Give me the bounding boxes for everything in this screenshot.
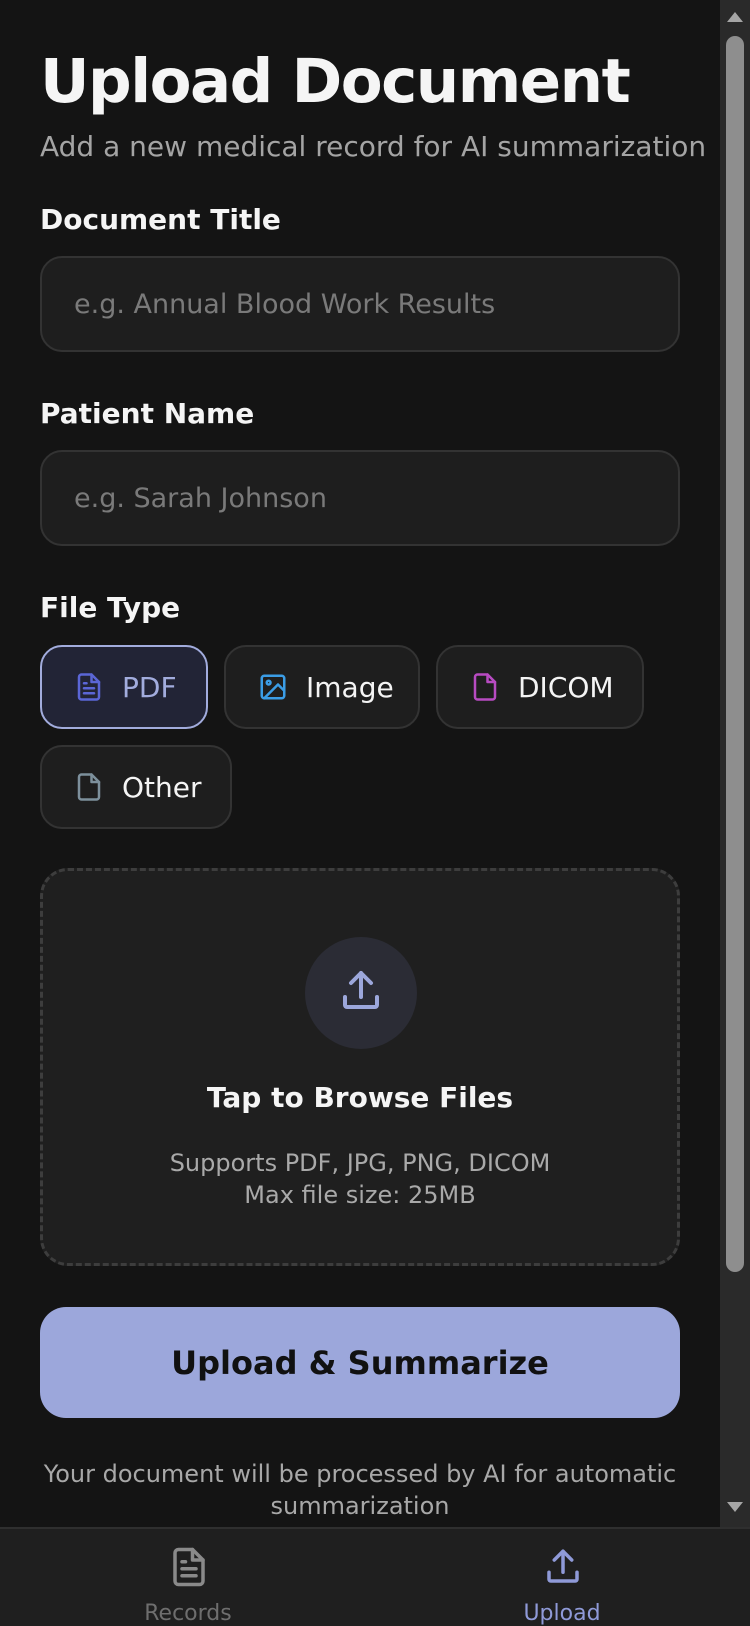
scrollbar[interactable] [720,0,750,1527]
file-dropzone[interactable]: Tap to Browse Files Supports PDF, JPG, P… [40,868,680,1266]
file-icon [470,671,500,703]
patient-name-label: Patient Name [40,397,255,430]
upload-icon [337,967,385,1019]
patient-name-input[interactable] [40,450,680,546]
dropzone-title: Tap to Browse Files [206,1081,514,1114]
nav-item-upload[interactable]: Upload [462,1529,662,1626]
scroll-thumb[interactable] [726,36,744,1272]
scroll-up-arrow[interactable] [727,12,743,22]
upload-icon [542,1545,584,1593]
file-text-icon [74,671,104,703]
upload-icon-circle [305,937,417,1049]
file-type-other-chip[interactable]: Other [40,745,232,829]
file-type-label: File Type [40,591,181,624]
upload-screen: Upload Document Add a new medical record… [0,0,720,1527]
dropzone-max-size: Max file size: 25MB [244,1181,476,1209]
dropzone-supported-formats: Supports PDF, JPG, PNG, DICOM [169,1149,551,1177]
document-title-label: Document Title [40,203,281,236]
page-subtitle: Add a new medical record for AI summariz… [40,130,707,163]
image-icon [258,672,288,702]
file-icon [74,771,104,803]
page-title: Upload Document [40,46,631,117]
chip-label: PDF [122,670,177,704]
chip-label: DICOM [518,670,614,704]
chip-label: Other [122,770,202,804]
upload-summarize-button[interactable]: Upload & Summarize [40,1307,680,1418]
nav-label-upload: Upload [523,1601,601,1626]
file-type-pdf-chip[interactable]: PDF [40,645,208,729]
nav-label-records: Records [144,1601,232,1626]
bottom-nav: Records Upload [0,1527,750,1626]
document-title-input[interactable] [40,256,680,352]
nav-item-records[interactable]: Records [88,1529,288,1626]
file-type-dicom-chip[interactable]: DICOM [436,645,644,729]
scroll-down-arrow[interactable] [727,1502,743,1512]
file-type-image-chip[interactable]: Image [224,645,420,729]
document-icon [168,1545,210,1593]
chip-label: Image [306,670,394,704]
footer-note: Your document will be processed by AI fo… [43,1460,677,1520]
